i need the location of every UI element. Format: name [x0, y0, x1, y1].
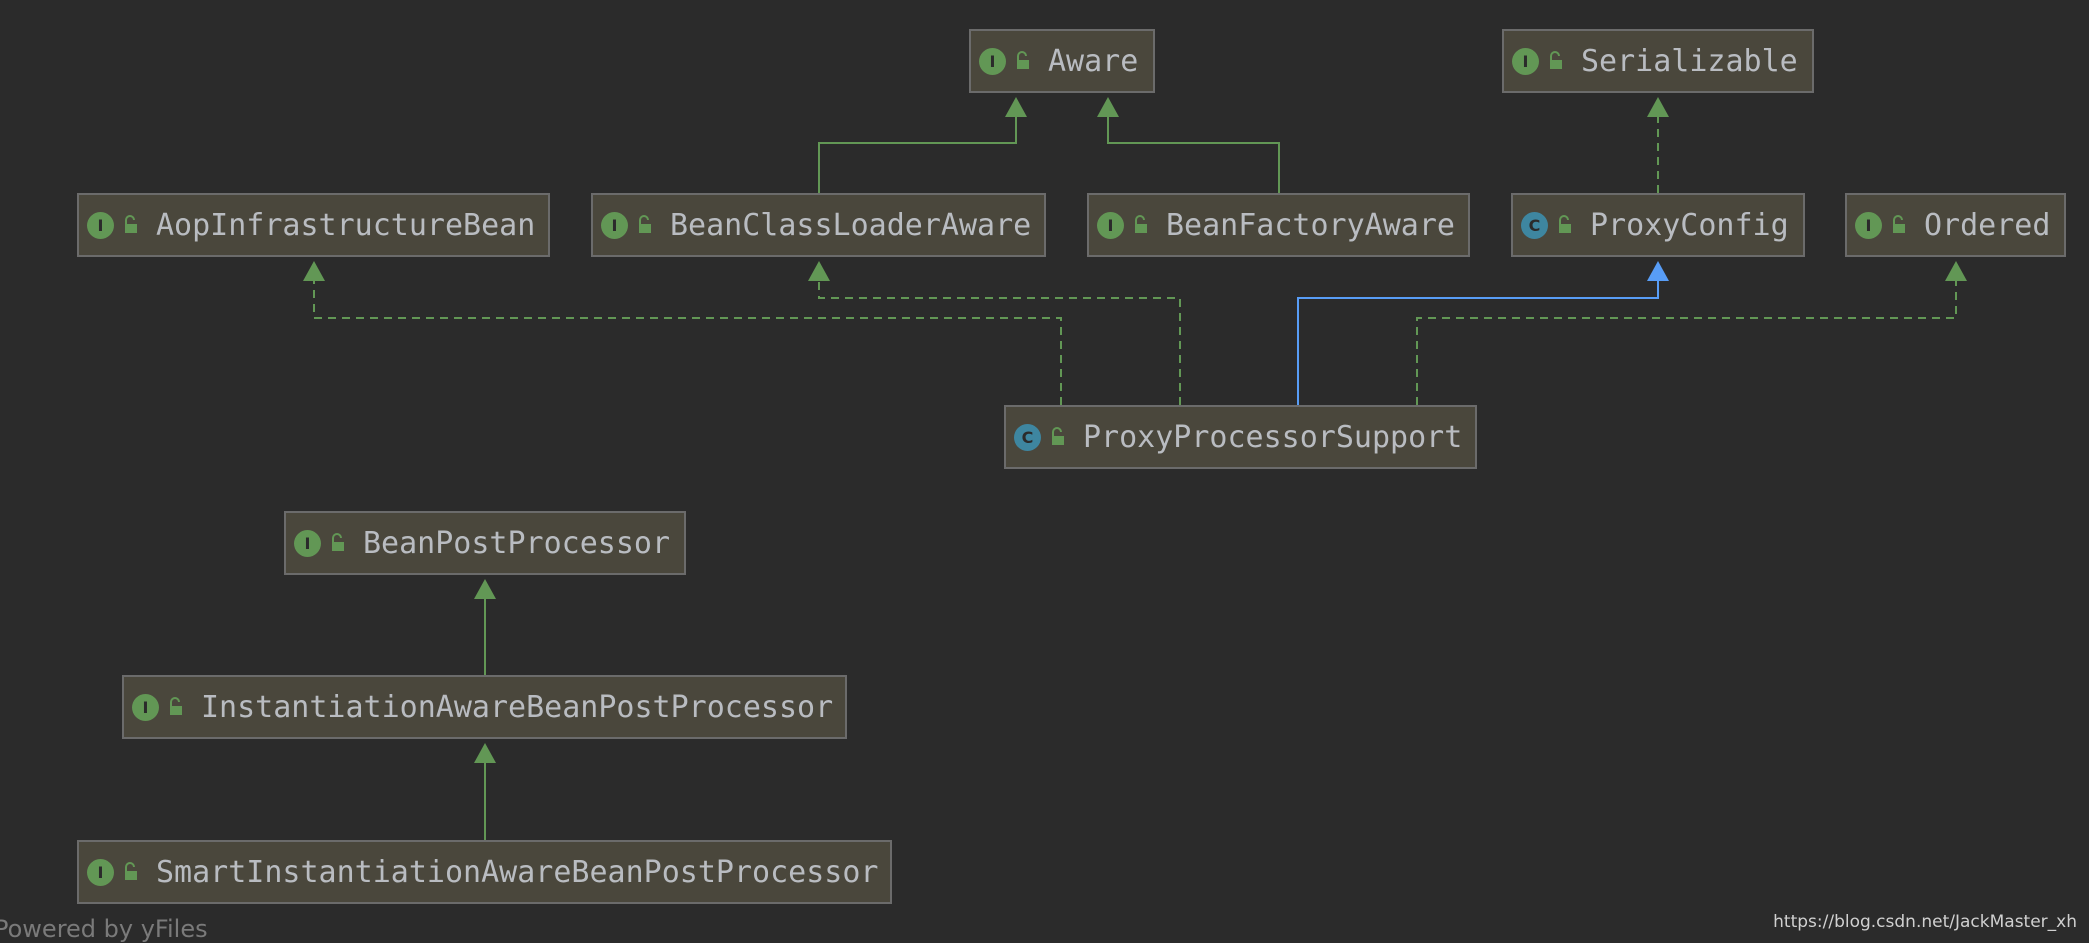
unlock-icon	[170, 697, 182, 715]
interface-icon: I	[1855, 211, 1882, 239]
unlock-icon	[125, 862, 137, 880]
class-icon: C	[1521, 211, 1548, 239]
node-instantiation-aware-bean-post-processor[interactable]: I InstantiationAwareBeanPostProcessor	[122, 675, 847, 739]
node-label: SmartInstantiationAwareBeanPostProcessor	[156, 854, 879, 890]
unlock-icon	[332, 533, 344, 551]
interface-icon: I	[1512, 47, 1539, 75]
arrowhead-bcla-to-aware	[1005, 97, 1027, 117]
node-ordered[interactable]: I Ordered	[1845, 193, 2066, 257]
arrowhead-pps-to-aop	[303, 261, 325, 281]
interface-icon: I	[979, 47, 1006, 75]
arrowhead-iabpp-to-bpp	[474, 579, 496, 599]
arrowhead-bfa-to-aware	[1097, 97, 1119, 117]
arrowhead-siabpp-to-iabpp	[474, 743, 496, 763]
node-bean-post-processor[interactable]: I BeanPostProcessor	[284, 511, 686, 575]
unlock-icon	[1550, 51, 1562, 69]
class-icon: C	[1014, 423, 1041, 451]
arrowhead-pps-to-bcla	[808, 261, 830, 281]
node-bean-factory-aware[interactable]: I BeanFactoryAware	[1087, 193, 1470, 257]
node-label: ProxyConfig	[1590, 207, 1789, 243]
edge-pps-to-proxyconfig	[1297, 279, 1659, 405]
node-proxy-processor-support[interactable]: C ProxyProcessorSupport	[1004, 405, 1477, 469]
node-label: InstantiationAwareBeanPostProcessor	[201, 689, 834, 725]
node-label: ProxyProcessorSupport	[1083, 419, 1463, 455]
node-serializable[interactable]: I Serializable	[1502, 29, 1814, 93]
interface-icon: I	[87, 858, 114, 886]
node-aware[interactable]: I Aware	[969, 29, 1155, 93]
watermark-url: https://blog.csdn.net/JackMaster_xh	[1773, 912, 2077, 932]
edge-pps-to-bcla	[818, 279, 1181, 405]
edges-layer	[303, 97, 1967, 840]
interface-icon: I	[132, 693, 159, 721]
interface-icon: I	[87, 211, 114, 239]
node-label: BeanPostProcessor	[363, 525, 671, 561]
interface-icon: I	[294, 529, 321, 557]
edge-bcla-to-aware	[818, 115, 1017, 193]
node-smart-instantiation-aware-bean-post-processor[interactable]: I SmartInstantiationAwareBeanPostProcess…	[77, 840, 892, 904]
node-label: Ordered	[1924, 207, 2051, 243]
interface-icon: I	[601, 211, 628, 239]
unlock-icon	[639, 215, 651, 233]
arrowhead-proxyconfig-to-serializable	[1647, 97, 1669, 117]
node-label: BeanFactoryAware	[1166, 207, 1455, 243]
node-proxy-config[interactable]: C ProxyConfig	[1511, 193, 1805, 257]
arrowhead-pps-to-proxyconfig	[1647, 261, 1669, 281]
unlock-icon	[1052, 427, 1064, 445]
edge-bfa-to-aware	[1107, 115, 1280, 193]
node-label: Aware	[1048, 43, 1139, 79]
node-label: AopInfrastructureBean	[156, 207, 536, 243]
interface-icon: I	[1097, 211, 1124, 239]
node-label: Serializable	[1581, 43, 1798, 79]
node-bean-class-loader-aware[interactable]: I BeanClassLoaderAware	[591, 193, 1046, 257]
powered-by-text: Powered by yFiles	[0, 915, 208, 943]
node-aop-infrastructure-bean[interactable]: I AopInfrastructureBean	[77, 193, 550, 257]
unlock-icon	[125, 215, 137, 233]
arrowhead-pps-to-ordered	[1945, 261, 1967, 281]
unlock-icon	[1135, 215, 1147, 233]
node-label: BeanClassLoaderAware	[670, 207, 1032, 243]
unlock-icon	[1893, 215, 1905, 233]
unlock-icon	[1559, 215, 1571, 233]
unlock-icon	[1017, 51, 1029, 69]
